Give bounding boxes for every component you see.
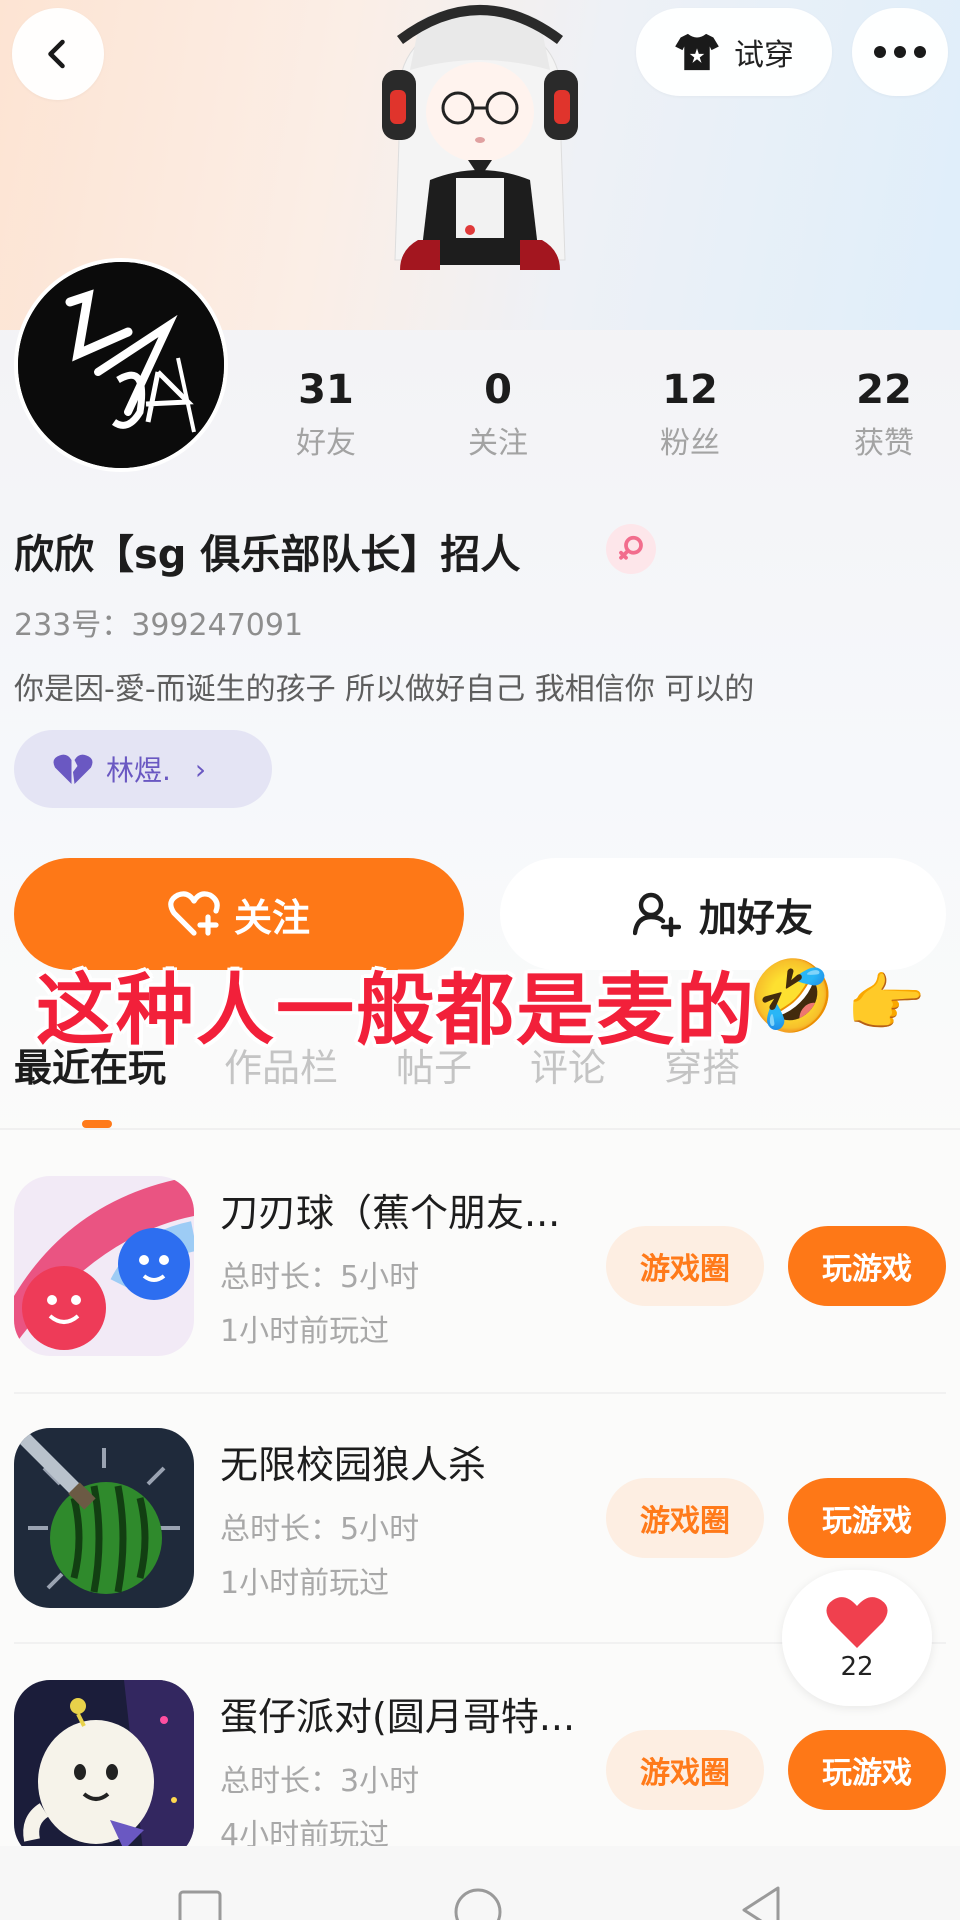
last-played: 1小时前玩过 — [220, 1566, 390, 1601]
chevron-left-icon — [48, 39, 65, 69]
more-options-button[interactable] — [852, 8, 948, 96]
add-friend-label: 加好友 — [698, 895, 813, 940]
game-circle-button[interactable]: 游戏圈 — [606, 1478, 764, 1558]
female-gender-icon — [606, 524, 656, 574]
stat-value: 12 — [662, 367, 718, 413]
heart-plus-icon — [168, 891, 220, 936]
divider — [0, 1128, 960, 1130]
avatar-character-figure — [382, 5, 578, 270]
knife-ball-icon — [14, 1176, 194, 1356]
play-game-button[interactable]: 玩游戏 — [788, 1730, 946, 1810]
tshirt-icon — [675, 33, 719, 71]
user-avatar[interactable] — [14, 258, 228, 472]
stat-value: 22 — [856, 367, 912, 413]
stat-fans[interactable]: 12 粉丝 — [620, 366, 760, 462]
last-played: 1小时前玩过 — [220, 1314, 390, 1349]
stat-friends[interactable]: 31 好友 — [256, 366, 396, 462]
active-tab-indicator — [82, 1120, 112, 1128]
follow-label: 关注 — [233, 895, 310, 940]
profile-bio: 你是因-愛-而诞生的孩子 所以做好自己 我相信你 可以的 — [14, 672, 755, 707]
tab-posts[interactable]: 帖子 — [396, 1040, 472, 1096]
tab-recent-play[interactable]: 最近在玩 — [14, 1040, 166, 1096]
tab-works[interactable]: 作品栏 — [224, 1040, 338, 1096]
back-triangle-icon[interactable] — [738, 1886, 782, 1920]
back-button[interactable] — [12, 8, 104, 100]
stat-label: 获赞 — [854, 426, 914, 461]
game-circle-button[interactable]: 游戏圈 — [606, 1730, 764, 1810]
user-id: 233号：399247091 — [14, 608, 304, 643]
profile-tabs: 最近在玩 作品栏 帖子 评论 穿搭 — [14, 1040, 798, 1096]
divider — [14, 1392, 946, 1394]
profile-name: 欣欣⁠【sg 俱乐部队长】招人 — [14, 532, 521, 578]
couple-name: 林煜. — [106, 754, 171, 787]
couple-link-chip[interactable]: 林煜. › — [14, 730, 272, 808]
recent-apps-icon[interactable] — [178, 1890, 222, 1920]
stat-following[interactable]: 0 关注 — [428, 366, 568, 462]
eggy-party-icon — [14, 1680, 194, 1860]
stat-label: 关注 — [468, 426, 528, 461]
game-list-item[interactable]: 刀刃球（蕉个朋友... 总时长：5小时 1小时前玩过 游戏圈 玩游戏 — [0, 1176, 960, 1426]
stat-likes[interactable]: 22 获赞 — [814, 366, 954, 462]
more-dots-icon — [874, 46, 926, 58]
game-title: 蛋仔派对(圆月哥特... — [220, 1695, 576, 1739]
like-count: 22 — [840, 1652, 874, 1682]
game-title: 无限校园狼人杀 — [220, 1443, 487, 1487]
play-duration: 总时长：5小时 — [220, 1260, 420, 1295]
heart-icon — [826, 1597, 888, 1648]
watermelon-icon — [14, 1428, 194, 1608]
system-navigation-bar — [0, 1846, 960, 1920]
rolling-laughing-emoji: 🤣 — [748, 955, 836, 1037]
split-heart-icon — [53, 754, 93, 784]
try-on-label: 试穿 — [734, 38, 794, 73]
like-float-button[interactable]: 22 — [782, 1570, 932, 1706]
play-game-button[interactable]: 玩游戏 — [788, 1226, 946, 1306]
play-duration: 总时长：3小时 — [220, 1764, 420, 1799]
play-duration: 总时长：5小时 — [220, 1512, 420, 1547]
profile-page: 试穿 31 好友 0 关注 12 粉丝 22 获赞 欣欣⁠【sg 俱乐部队长】招… — [0, 0, 960, 1920]
game-title: 刀刃球（蕉个朋友... — [220, 1191, 561, 1235]
stat-value: 0 — [484, 367, 512, 413]
avatar-logo-icon — [18, 262, 224, 468]
game-circle-button[interactable]: 游戏圈 — [606, 1226, 764, 1306]
stat-label: 粉丝 — [660, 426, 720, 461]
pointing-right-emoji: 👉 — [846, 967, 926, 1041]
tab-outfits[interactable]: 穿搭 — [664, 1040, 740, 1096]
tab-comments[interactable]: 评论 — [530, 1040, 606, 1096]
stat-value: 31 — [298, 367, 354, 413]
stat-label: 好友 — [296, 426, 356, 461]
play-game-button[interactable]: 玩游戏 — [788, 1478, 946, 1558]
add-user-icon — [632, 892, 681, 937]
try-on-button[interactable]: 试穿 — [636, 8, 832, 96]
chevron-right-icon: › — [194, 752, 207, 786]
home-icon[interactable] — [452, 1886, 504, 1920]
